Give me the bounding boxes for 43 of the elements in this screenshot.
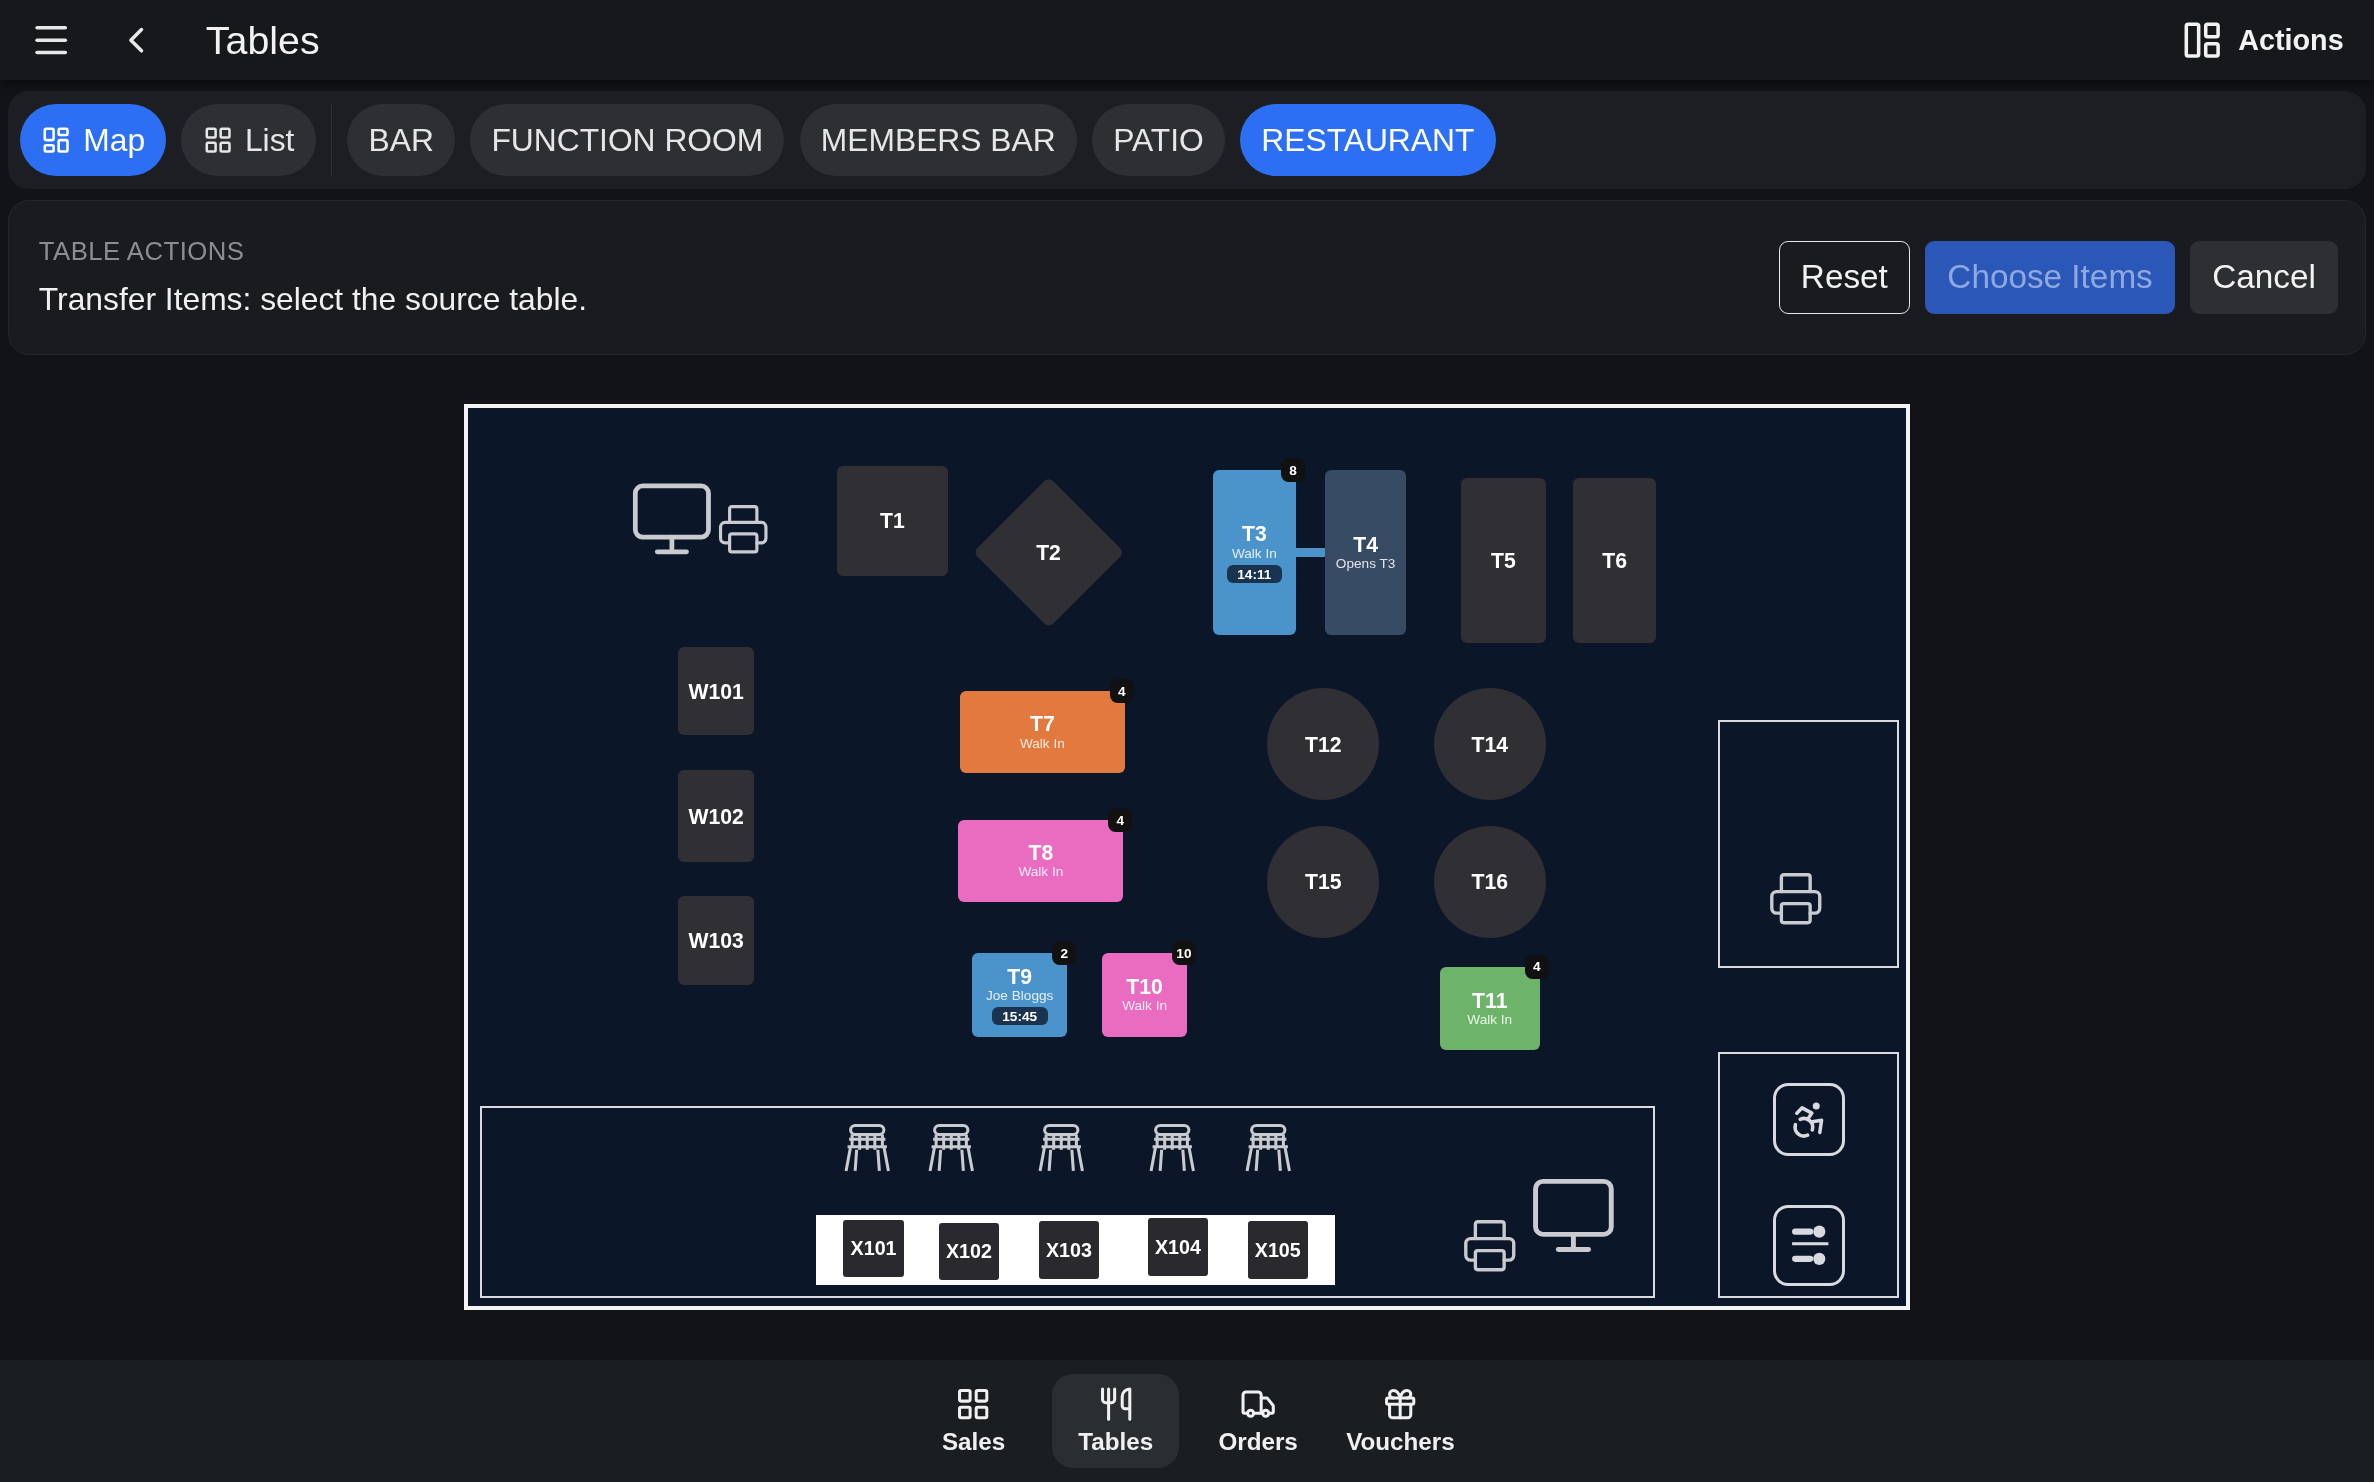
table[interactable]: W101 bbox=[678, 647, 754, 736]
time-chip: 15:45 bbox=[991, 1007, 1048, 1026]
view-tab[interactable]: List bbox=[181, 104, 316, 176]
actions-button[interactable]: Actions bbox=[2174, 12, 2350, 68]
nav-tab[interactable]: Sales bbox=[909, 1373, 1038, 1468]
nav-tab[interactable]: Vouchers bbox=[1336, 1373, 1464, 1468]
guest-count-badge: 4 bbox=[1108, 807, 1133, 833]
bar-seat[interactable]: X101 bbox=[843, 1219, 904, 1278]
bar-seat[interactable]: X102 bbox=[938, 1222, 1000, 1281]
printer-icon bbox=[716, 502, 771, 557]
table[interactable]: T15 bbox=[1267, 826, 1380, 939]
area-tab[interactable]: FUNCTION ROOM bbox=[470, 104, 785, 176]
guest-count-badge: 4 bbox=[1109, 679, 1134, 704]
table[interactable]: T16 bbox=[1433, 826, 1546, 939]
nav-tab[interactable]: Tables bbox=[1052, 1373, 1180, 1468]
accessible-icon bbox=[1772, 1083, 1846, 1157]
action-button[interactable]: Reset bbox=[1778, 240, 1911, 314]
bar-seat[interactable]: X105 bbox=[1247, 1221, 1309, 1279]
page-title: Tables bbox=[205, 17, 320, 63]
panel-heading: TABLE ACTIONS bbox=[38, 236, 246, 266]
guest-count-badge: 10 bbox=[1171, 941, 1197, 966]
guest-count-badge: 4 bbox=[1524, 954, 1549, 979]
table[interactable]: W102 bbox=[678, 770, 754, 863]
table[interactable]: T14 bbox=[1433, 688, 1546, 801]
area-tab[interactable]: RESTAURANT bbox=[1240, 104, 1496, 176]
action-button[interactable]: Cancel bbox=[2190, 240, 2339, 314]
guest-count-badge: 8 bbox=[1280, 458, 1306, 483]
instruction-text: Transfer Items: select the source table. bbox=[38, 280, 587, 318]
table[interactable]: T4 Opens T3 bbox=[1324, 470, 1407, 636]
bar-seat[interactable]: X104 bbox=[1147, 1218, 1209, 1276]
table[interactable]: T12 bbox=[1267, 688, 1380, 801]
table[interactable]: T5 bbox=[1461, 477, 1546, 643]
nav-tab[interactable]: Orders bbox=[1194, 1373, 1322, 1468]
bar-seat[interactable]: X103 bbox=[1038, 1221, 1100, 1279]
view-tab[interactable]: Map bbox=[19, 104, 167, 176]
area-tab[interactable]: MEMBERS BAR bbox=[799, 104, 1077, 176]
guest-count-badge: 2 bbox=[1052, 941, 1077, 966]
time-chip: 14:11 bbox=[1226, 565, 1282, 584]
table[interactable]: T6 bbox=[1573, 477, 1657, 643]
area-tab[interactable]: PATIO bbox=[1091, 104, 1225, 176]
table[interactable]: W103 bbox=[678, 895, 754, 986]
table[interactable]: T1 bbox=[837, 465, 948, 577]
area-tab[interactable]: BAR bbox=[347, 104, 456, 176]
